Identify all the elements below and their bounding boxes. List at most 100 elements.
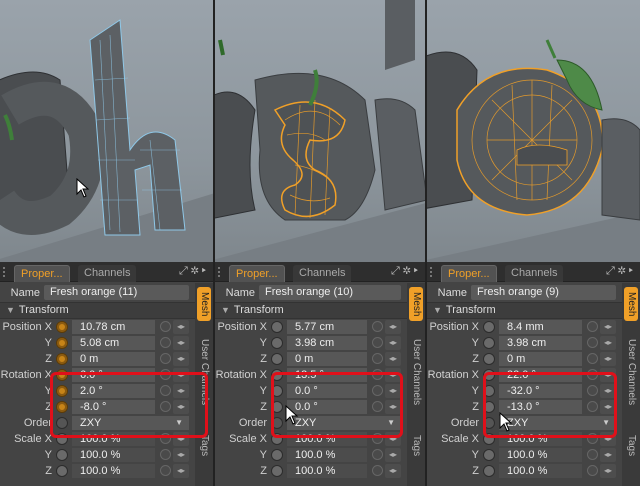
panel-menu-icons[interactable]: ⤢✲▸: [606, 265, 636, 278]
scale-z-field[interactable]: 100.0 %: [287, 464, 367, 478]
stepper-arrows-icon[interactable]: ◂▸: [385, 464, 401, 478]
reset-icon[interactable]: [372, 401, 383, 412]
position-z-field[interactable]: 0 m: [287, 352, 367, 366]
tab-properties[interactable]: Proper...: [441, 265, 497, 282]
stepper-arrows-icon[interactable]: ◂▸: [173, 448, 189, 462]
rotation-z-field[interactable]: 0.0 °: [287, 400, 367, 414]
rotation-y-field[interactable]: -32.0 °: [499, 384, 582, 398]
stepper-arrows-icon[interactable]: ◂▸: [173, 320, 189, 334]
scale-z-field[interactable]: 100.0 %: [72, 464, 155, 478]
channel-dot-icon[interactable]: [483, 449, 495, 461]
3d-viewport[interactable]: [215, 0, 425, 262]
stepper-arrows-icon[interactable]: ◂▸: [385, 400, 401, 414]
channel-dot-icon[interactable]: [271, 433, 283, 445]
channel-dot-icon[interactable]: [271, 321, 283, 333]
3d-viewport[interactable]: [0, 0, 213, 262]
stepper-arrows-icon[interactable]: ◂▸: [385, 336, 401, 350]
stepper-arrows-icon[interactable]: ◂▸: [600, 336, 616, 350]
reset-icon[interactable]: [160, 449, 171, 460]
stepper-arrows-icon[interactable]: ◂▸: [385, 448, 401, 462]
rotation-y-field[interactable]: 0.0 °: [287, 384, 367, 398]
stepper-arrows-icon[interactable]: ◂▸: [600, 320, 616, 334]
side-tab-user-channels[interactable]: User Channels: [197, 327, 211, 417]
channel-dot-icon[interactable]: [271, 449, 283, 461]
channel-dot-icon[interactable]: [483, 337, 495, 349]
position-y-field[interactable]: 3.98 cm: [499, 336, 582, 350]
stepper-arrows-icon[interactable]: ◂▸: [173, 432, 189, 446]
reset-icon[interactable]: [587, 433, 598, 444]
name-field[interactable]: Fresh orange (9): [471, 285, 616, 300]
tab-channels[interactable]: Channels: [293, 265, 352, 282]
reset-icon[interactable]: [372, 321, 383, 332]
scale-x-field[interactable]: 100.0 %: [72, 432, 155, 446]
rotation-x-field[interactable]: 6.0 °: [72, 368, 155, 382]
keyframe-dot-icon[interactable]: [56, 321, 68, 333]
channel-dot-icon[interactable]: [56, 433, 68, 445]
panel-menu-icons[interactable]: ⤢✲▸: [391, 265, 421, 278]
reset-icon[interactable]: [587, 385, 598, 396]
reset-icon[interactable]: [160, 385, 171, 396]
reset-icon[interactable]: [372, 449, 383, 460]
side-tab-tags[interactable]: Tags: [409, 431, 423, 461]
channel-dot-icon[interactable]: [483, 401, 495, 413]
collapse-triangle-icon[interactable]: ▼: [6, 305, 15, 315]
reset-icon[interactable]: [587, 337, 598, 348]
reset-icon[interactable]: [160, 465, 171, 476]
order-select[interactable]: ZXY ▼: [287, 416, 401, 430]
stepper-arrows-icon[interactable]: ◂▸: [385, 368, 401, 382]
rotation-z-field[interactable]: -8.0 °: [72, 400, 155, 414]
reset-icon[interactable]: [587, 401, 598, 412]
channel-dot-icon[interactable]: [56, 449, 68, 461]
tab-channels[interactable]: Channels: [505, 265, 564, 282]
reset-icon[interactable]: [160, 337, 171, 348]
rotation-x-field[interactable]: 13.5 °: [287, 368, 367, 382]
reset-icon[interactable]: [372, 337, 383, 348]
reset-icon[interactable]: [587, 449, 598, 460]
position-z-field[interactable]: 0 m: [72, 352, 155, 366]
transform-section[interactable]: ▼ Transform: [427, 302, 622, 319]
channel-dot-icon[interactable]: [483, 417, 495, 429]
channel-dot-icon[interactable]: [483, 369, 495, 381]
channel-dot-icon[interactable]: [271, 385, 283, 397]
order-select[interactable]: ZXY ▼: [72, 416, 189, 430]
position-x-field[interactable]: 8.4 mm: [499, 320, 582, 334]
scale-x-field[interactable]: 100.0 %: [499, 432, 582, 446]
channel-dot-icon[interactable]: [271, 337, 283, 349]
reset-icon[interactable]: [372, 465, 383, 476]
reset-icon[interactable]: [160, 401, 171, 412]
side-tab-user-channels[interactable]: User Channels: [624, 327, 638, 417]
channel-dot-icon[interactable]: [483, 353, 495, 365]
scale-y-field[interactable]: 100.0 %: [287, 448, 367, 462]
tab-properties[interactable]: Proper...: [14, 265, 70, 282]
keyframe-dot-icon[interactable]: [56, 401, 68, 413]
keyframe-dot-icon[interactable]: [56, 337, 68, 349]
stepper-arrows-icon[interactable]: ◂▸: [385, 320, 401, 334]
side-tab-tags[interactable]: Tags: [197, 431, 211, 461]
reset-icon[interactable]: [160, 433, 171, 444]
drag-grip-icon[interactable]: [3, 267, 9, 277]
reset-icon[interactable]: [160, 353, 171, 364]
channel-dot-icon[interactable]: [56, 417, 68, 429]
channel-dot-icon[interactable]: [483, 321, 495, 333]
side-tab-user-channels[interactable]: User Channels: [409, 327, 423, 417]
reset-icon[interactable]: [160, 321, 171, 332]
channel-dot-icon[interactable]: [271, 465, 283, 477]
stepper-arrows-icon[interactable]: ◂▸: [600, 400, 616, 414]
stepper-arrows-icon[interactable]: ◂▸: [385, 352, 401, 366]
scale-x-field[interactable]: 100.0 %: [287, 432, 367, 446]
reset-icon[interactable]: [587, 369, 598, 380]
stepper-arrows-icon[interactable]: ◂▸: [600, 432, 616, 446]
channel-dot-icon[interactable]: [271, 417, 283, 429]
3d-viewport[interactable]: [427, 0, 640, 262]
keyframe-dot-icon[interactable]: [56, 353, 68, 365]
stepper-arrows-icon[interactable]: ◂▸: [600, 464, 616, 478]
tab-properties[interactable]: Proper...: [229, 265, 285, 282]
rotation-x-field[interactable]: 22.0 °: [499, 368, 582, 382]
position-x-field[interactable]: 5.77 cm: [287, 320, 367, 334]
channel-dot-icon[interactable]: [56, 465, 68, 477]
scale-z-field[interactable]: 100.0 %: [499, 464, 582, 478]
transform-section[interactable]: ▼ Transform: [215, 302, 407, 319]
channel-dot-icon[interactable]: [483, 465, 495, 477]
scale-y-field[interactable]: 100.0 %: [72, 448, 155, 462]
stepper-arrows-icon[interactable]: ◂▸: [385, 384, 401, 398]
